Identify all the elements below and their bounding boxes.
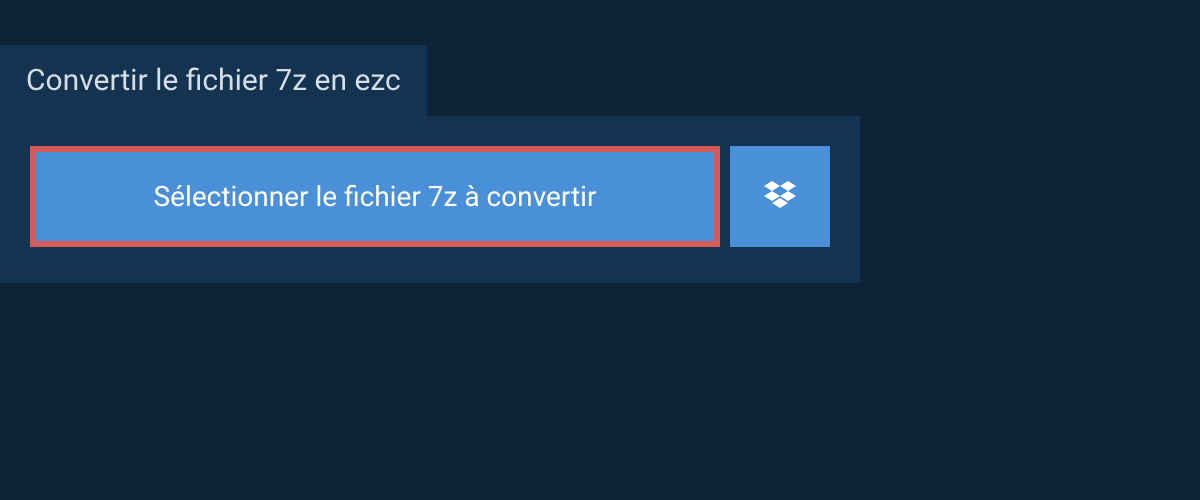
select-file-label: Sélectionner le fichier 7z à convertir: [154, 180, 597, 213]
converter-panel: Convertir le fichier 7z en ezc Sélection…: [0, 0, 1200, 283]
upload-panel: Sélectionner le fichier 7z à convertir: [0, 116, 860, 283]
tab-title: Convertir le fichier 7z en ezc: [0, 45, 427, 116]
dropbox-button[interactable]: [730, 146, 830, 247]
dropbox-icon: [760, 177, 800, 217]
select-file-button[interactable]: Sélectionner le fichier 7z à convertir: [30, 146, 720, 247]
button-row: Sélectionner le fichier 7z à convertir: [30, 146, 830, 247]
